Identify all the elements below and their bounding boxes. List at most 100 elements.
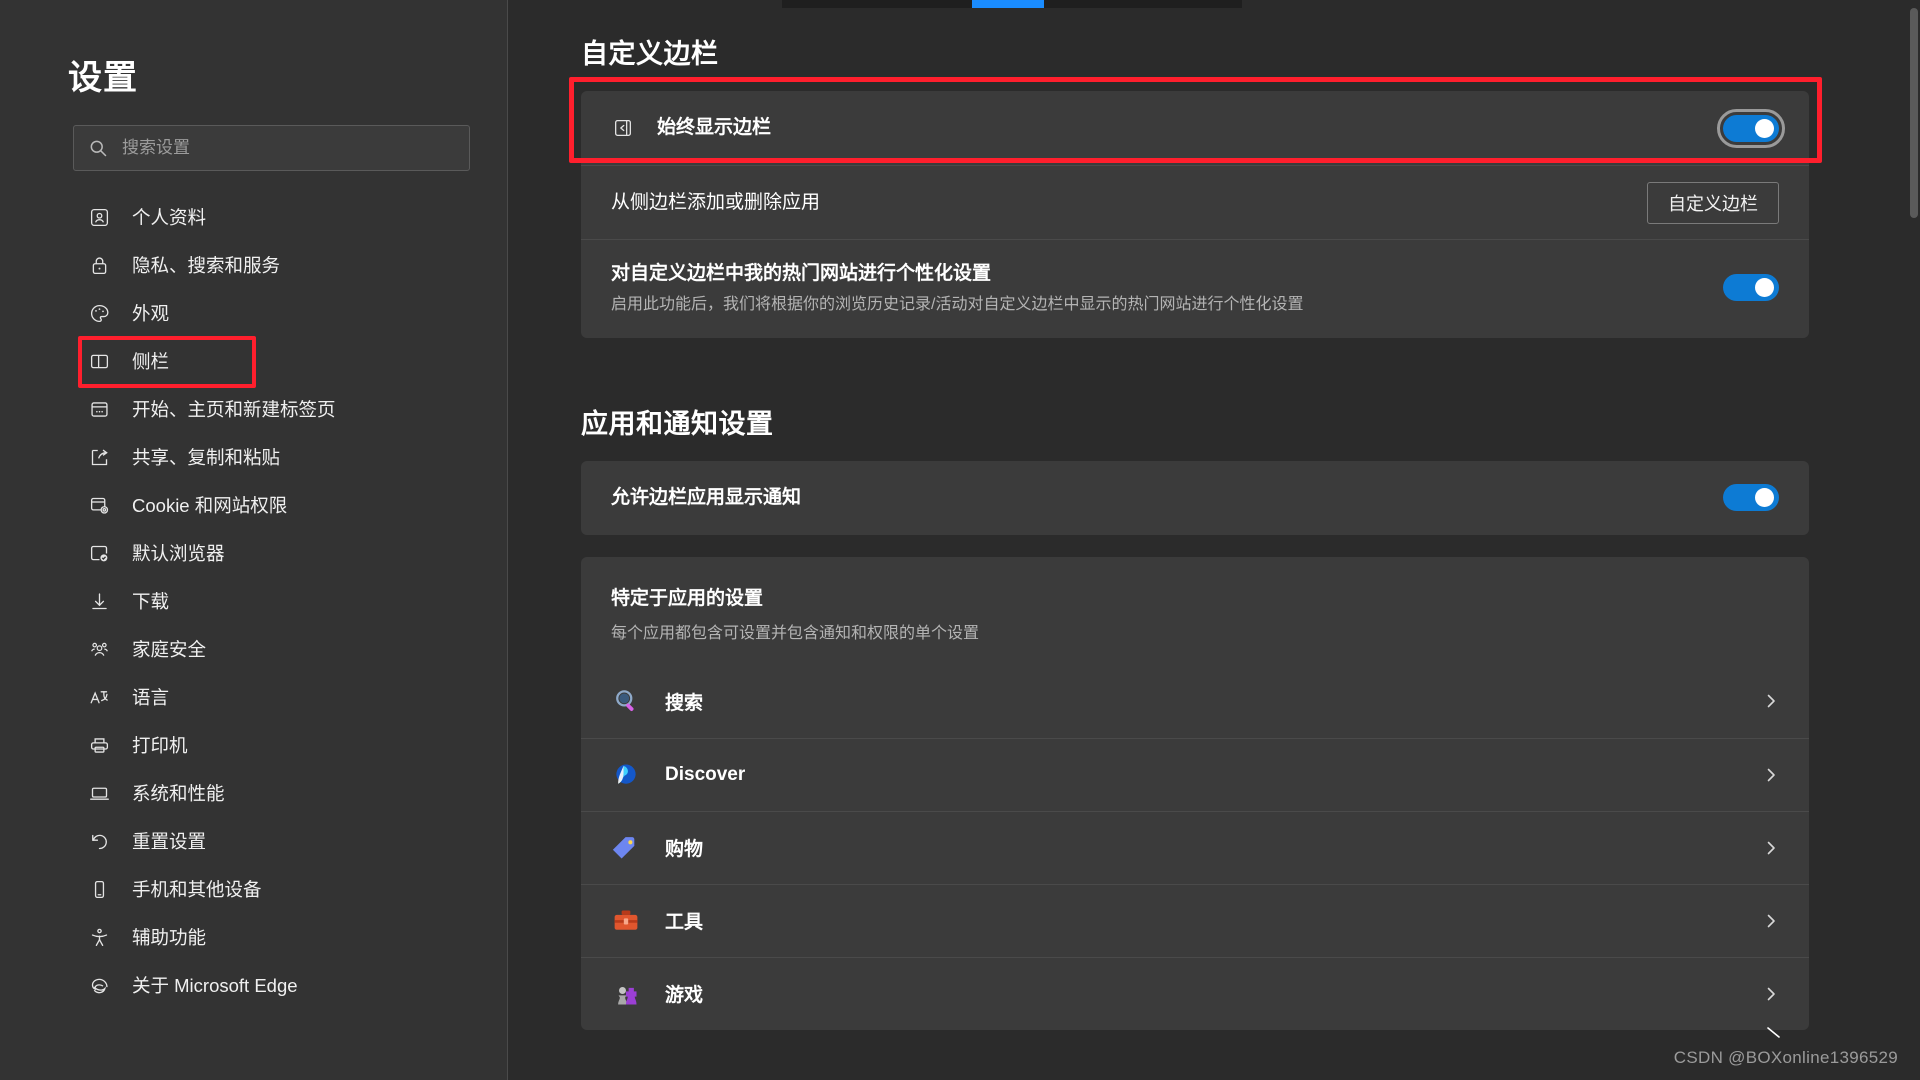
app-name: 搜索 [665, 692, 704, 714]
app-row-shopping[interactable]: 购物 [581, 810, 1809, 884]
app-row-discover[interactable]: Discover [581, 737, 1809, 811]
system-performance-icon [88, 782, 110, 804]
app-specific-header: 特定于应用的设置 每个应用都包含可设置并包含通知和权限的单个设置 [581, 557, 1809, 665]
toggle-personalize-top-sites[interactable] [1723, 274, 1779, 302]
shopping-tag-app-icon [611, 833, 641, 863]
sidebar-item-privacy[interactable]: 隐私、搜索和服务 [0, 241, 507, 289]
toggle-knob [1755, 488, 1774, 508]
row-title: 对自定义边栏中我的热门网站进行个性化设置 [611, 263, 992, 284]
chevron-right-icon [1763, 840, 1779, 856]
share-icon [88, 446, 110, 468]
sidebar-item-about-edge[interactable]: 关于 Microsoft Edge [0, 961, 507, 1009]
active-tab-indicator [972, 0, 1044, 8]
main-scrollbar-track[interactable] [1908, 0, 1920, 1080]
row-left-content: 始终显示边栏 [611, 114, 1723, 142]
app-row-games[interactable]: 游戏 [581, 956, 1809, 1030]
default-browser-icon [88, 542, 110, 564]
row-texts: 允许边栏应用显示通知 [611, 484, 801, 512]
sidebar-item-system-performance[interactable]: 系统和性能 [0, 769, 507, 817]
sidebar-item-profile[interactable]: 个人资料 [0, 193, 507, 241]
app-specific-settings-card: 特定于应用的设置 每个应用都包含可设置并包含通知和权限的单个设置 搜索 Disc… [581, 556, 1809, 1030]
toggle-allow-notifications[interactable] [1723, 484, 1779, 512]
row-allow-notifications[interactable]: 允许边栏应用显示通知 [581, 461, 1809, 535]
settings-sidebar: 设置 个人资料 [0, 0, 508, 1080]
customize-sidebar-card: 始终显示边栏 从侧边栏添加或删除应用 自定义边栏 对自定义边栏中我的热门网站进行… [581, 91, 1809, 338]
sidebar-item-label: 系统和性能 [132, 783, 225, 804]
apps-notifications-heading: 应用和通知设置 [581, 408, 774, 439]
sidebar-item-share-copy-paste[interactable]: 共享、复制和粘贴 [0, 433, 507, 481]
sidebar-item-label: 个人资料 [132, 207, 207, 228]
edge-logo-icon [88, 974, 110, 996]
sidebar-item-family-safety[interactable]: 家庭安全 [0, 625, 507, 673]
sidebar-item-label: 开始、主页和新建标签页 [132, 399, 336, 420]
section-spacer-small [581, 535, 1920, 557]
sidebar-item-label: 打印机 [132, 735, 188, 756]
sidebar-item-reset-settings[interactable]: 重置设置 [0, 817, 507, 865]
chevron-right-icon [1763, 767, 1779, 783]
sidebar-item-label: 侧栏 [132, 351, 170, 372]
sidebar-item-sidebar[interactable]: 侧栏 [0, 336, 507, 388]
watermark-text: CSDN @BOXonline1396529 [1673, 1048, 1898, 1067]
cookie-permissions-icon [88, 494, 110, 516]
app-name: Discover [665, 763, 746, 785]
customize-sidebar-heading: 自定义边栏 [581, 39, 719, 69]
toggle-always-show-sidebar[interactable] [1717, 108, 1785, 148]
notifications-card: 允许边栏应用显示通知 [581, 460, 1809, 535]
app-specific-title: 特定于应用的设置 [611, 587, 764, 609]
sidebar-item-languages[interactable]: 语言 [0, 673, 507, 721]
toggle-knob [1755, 118, 1774, 138]
row-personalize-top-sites[interactable]: 对自定义边栏中我的热门网站进行个性化设置 启用此功能后，我们将根据你的浏览历史记… [581, 239, 1809, 338]
sidebar-item-cookies-permissions[interactable]: Cookie 和网站权限 [0, 481, 507, 529]
row-title: 始终显示边栏 [657, 117, 772, 139]
row-always-show-sidebar[interactable]: 始终显示边栏 [581, 91, 1809, 165]
sidebar-item-printers[interactable]: 打印机 [0, 721, 507, 769]
toggle-knob [1755, 278, 1774, 298]
sidebar-item-label: Cookie 和网站权限 [132, 495, 288, 516]
main-scrollbar-thumb[interactable] [1910, 8, 1918, 218]
search-box[interactable] [73, 125, 470, 171]
lock-icon [88, 254, 110, 276]
sidebar-item-default-browser[interactable]: 默认浏览器 [0, 529, 507, 577]
magnifier-app-icon [611, 686, 641, 716]
palette-icon [88, 302, 110, 324]
toolbox-app-icon [611, 906, 641, 936]
download-icon [88, 590, 110, 612]
row-left-content: 允许边栏应用显示通知 [611, 484, 1723, 512]
start-page-icon [88, 398, 110, 420]
sidebar-item-label: 共享、复制和粘贴 [132, 447, 281, 468]
sidebar-icon [88, 350, 110, 372]
search-input[interactable] [122, 138, 455, 158]
app-name: 购物 [665, 839, 704, 861]
sidebar-item-label: 重置设置 [132, 831, 207, 852]
app-row-search[interactable]: 搜索 [581, 665, 1809, 738]
phone-icon [88, 878, 110, 900]
settings-window: 设置 个人资料 [0, 0, 1920, 1080]
row-texts: 对自定义边栏中我的热门网站进行个性化设置 启用此功能后，我们将根据你的浏览历史记… [611, 260, 1303, 316]
customize-sidebar-button[interactable]: 自定义边栏 [1647, 181, 1779, 224]
sidebar-item-label: 关于 Microsoft Edge [132, 975, 298, 996]
sidebar-item-label: 默认浏览器 [132, 543, 225, 564]
row-subtitle: 启用此功能后，我们将根据你的浏览历史记录/活动对自定义边栏中显示的热门网站进行个… [611, 295, 1304, 313]
app-name: 游戏 [665, 985, 704, 1007]
row-title: 允许边栏应用显示通知 [611, 487, 802, 509]
sidebar-item-downloads[interactable]: 下载 [0, 577, 507, 625]
sidebar-item-label: 语言 [132, 687, 170, 708]
printer-icon [88, 734, 110, 756]
sidebar-item-label: 隐私、搜索和服务 [132, 255, 281, 276]
chevron-right-icon [1763, 986, 1779, 1002]
sidebar-item-phone-other-devices[interactable]: 手机和其他设备 [0, 865, 507, 913]
sidebar-item-start-home-newtab[interactable]: 开始、主页和新建标签页 [0, 385, 507, 433]
row-texts: 始终显示边栏 [657, 114, 771, 142]
search-icon [88, 138, 108, 158]
row-left-content: 从侧边栏添加或删除应用 [611, 189, 1647, 217]
search-container [73, 125, 507, 171]
show-sidebar-icon [611, 116, 635, 140]
app-row-tools[interactable]: 工具 [581, 883, 1809, 957]
reset-icon [88, 830, 110, 852]
settings-main-content: 自定义边栏 始终显示边栏 从侧边栏添加或删除应用 自定义边栏 对自定义边栏中我的… [508, 0, 1920, 1080]
sidebar-item-label: 辅助功能 [132, 927, 207, 948]
browser-tab-strip-sliver [782, 0, 1242, 8]
sidebar-item-accessibility[interactable]: 辅助功能 [0, 913, 507, 961]
sidebar-item-appearance[interactable]: 外观 [0, 289, 507, 337]
